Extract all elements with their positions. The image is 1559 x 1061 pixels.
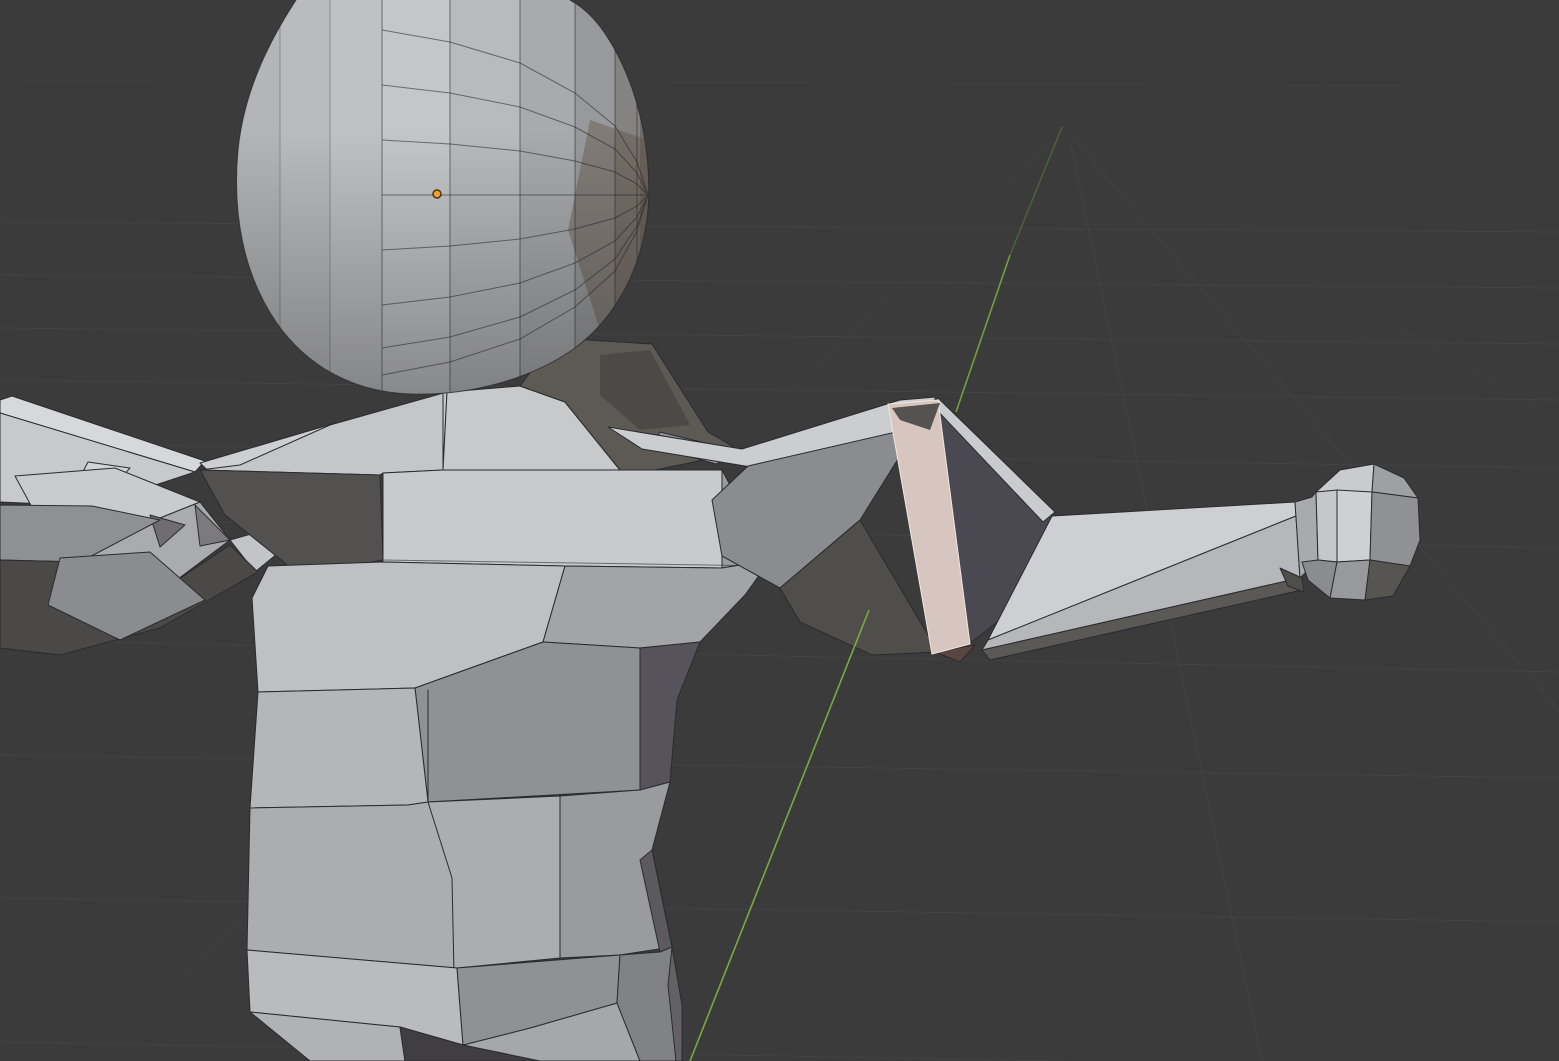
mesh-face: [250, 688, 428, 808]
object-origin-marker[interactable]: [433, 190, 441, 198]
viewport-3d-scene[interactable]: [0, 0, 1559, 1061]
viewport-canvas[interactable]: [0, 0, 1559, 1061]
mesh-face: [1370, 492, 1420, 566]
mesh-face: [1337, 490, 1372, 562]
mesh-face: [1316, 490, 1337, 562]
mesh-face: [383, 470, 722, 568]
mesh-face: [247, 796, 560, 968]
mesh-face: [1330, 560, 1370, 600]
